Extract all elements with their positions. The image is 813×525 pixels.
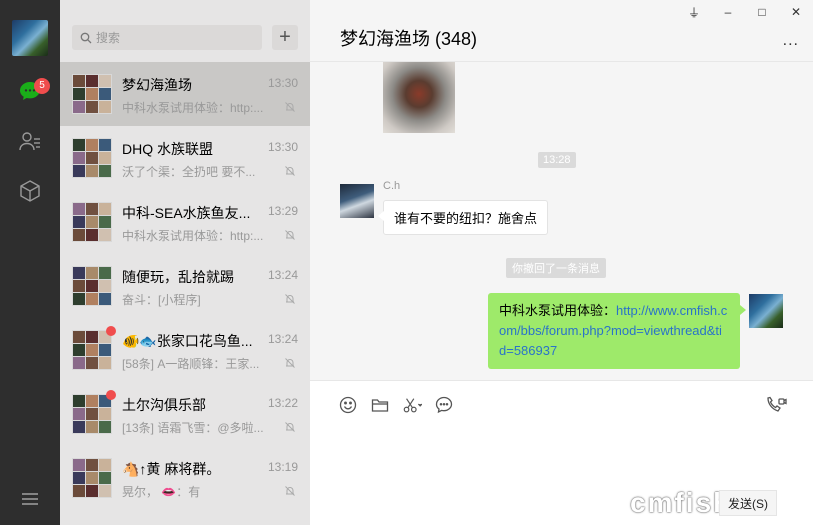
minimize-button[interactable]: –: [711, 0, 745, 24]
mute-bell-icon: [284, 484, 296, 496]
group-avatar: [72, 330, 112, 370]
conversation-name: 🐠🐟张家口花鸟鱼...: [122, 333, 253, 349]
conversation-preview: [58条] A一路顺锋：王家...: [122, 357, 260, 371]
conversation-time: 13:24: [267, 332, 298, 346]
close-button[interactable]: ✕: [779, 0, 813, 24]
mute-bell-icon: [284, 356, 296, 368]
conversation-name: 随便玩，乱拾就踢: [122, 269, 234, 285]
unread-dot: [106, 326, 116, 336]
recall-notice: 你撤回了一条消息: [506, 258, 606, 278]
image-message[interactable]: [383, 62, 455, 133]
contacts-icon[interactable]: [17, 128, 43, 154]
folder-icon[interactable]: [370, 395, 390, 415]
conversation-name: 土尔沟俱乐部: [122, 397, 206, 413]
conversation-name: 中科-SEA水族鱼友...: [122, 205, 251, 221]
maximize-button[interactable]: □: [745, 0, 779, 24]
conversation-time: 13:30: [267, 76, 298, 90]
conversation-preview: 奋斗：[小程序]: [122, 293, 201, 307]
conversation-list: 梦幻海渔场 13:30 中科水泵试用体验：http:... DHQ 水族联盟 13:30…: [60, 62, 310, 510]
outgoing-message[interactable]: 中科水泵试用体验：http://www.cmfish.com/bbs/forum…: [488, 293, 746, 369]
my-avatar[interactable]: [749, 294, 783, 328]
conversation-list-panel: + 梦幻海渔场13:30中科水泵试用体验：http:...DHQ 水族联盟13:…: [60, 0, 310, 525]
menu-icon[interactable]: [17, 486, 43, 512]
chat-history-icon[interactable]: [434, 395, 454, 415]
sender-avatar[interactable]: [340, 184, 374, 218]
incoming-message[interactable]: 谁有不要的纽扣？施舍点: [377, 200, 549, 235]
search-icon: [80, 32, 92, 44]
group-avatar: [72, 138, 112, 178]
conversation-item[interactable]: 梦幻海渔场 13:30 中科水泵试用体验：http:...: [60, 62, 310, 126]
conversation-preview: 沃了个渠：全扔吧 要不...: [122, 165, 256, 179]
conversation-time: 13:22: [267, 396, 298, 410]
unread-badge: 5: [34, 78, 50, 94]
conversation-item[interactable]: 中科-SEA水族鱼友... 13:29 中科水泵试用体验：http:...: [60, 190, 310, 254]
cube-icon[interactable]: [17, 178, 43, 204]
wechat-window: 5 + 梦幻海渔场13:30中科水泵试用体验：http:...DHQ 水族联盟1…: [0, 0, 813, 525]
chat-header: 梦幻海渔场 (348) ⏚ – □ ✕ ...: [310, 0, 813, 62]
conversation-time: 13:19: [267, 460, 298, 474]
pin-button[interactable]: ⏚: [677, 0, 711, 24]
conversation-name: DHQ 水族联盟: [122, 141, 213, 157]
unread-dot: [106, 390, 116, 400]
scissors-icon[interactable]: [402, 395, 422, 415]
mute-bell-icon: [284, 228, 296, 240]
add-chat-button[interactable]: +: [272, 25, 298, 50]
conversation-name: 🐴↑黄 麻将群。: [122, 461, 221, 477]
watermark: cmfish: [630, 487, 733, 518]
composer-toolbar: [338, 395, 454, 415]
search-input[interactable]: [96, 30, 246, 45]
conversation-preview: 中科水泵试用体验：http:...: [122, 229, 264, 243]
nav-rail: 5: [0, 0, 60, 525]
mute-bell-icon: [284, 100, 296, 112]
group-avatar: [72, 394, 112, 434]
group-avatar: [72, 202, 112, 242]
video-call-icon[interactable]: [765, 395, 787, 415]
emoji-icon[interactable]: [338, 395, 358, 415]
conversation-name: 梦幻海渔场: [122, 77, 192, 93]
conversation-time: 13:24: [267, 268, 298, 282]
search-box[interactable]: [72, 25, 262, 50]
message-timestamp: 13:28: [538, 152, 576, 168]
group-avatar: [72, 266, 112, 306]
composer: cmfish 发送(S): [310, 380, 813, 525]
conversation-preview: 中科水泵试用体验：http:...: [122, 101, 264, 115]
chat-panel: 梦幻海渔场 (348) ⏚ – □ ✕ ... 13:28 C.h 谁有不要的纽…: [310, 0, 813, 525]
conversation-item[interactable]: 土尔沟俱乐部 13:22 [13条] 语霜飞雪：@多啦...: [60, 382, 310, 446]
outgoing-message-text: 中科水泵试用体验：: [499, 303, 617, 318]
user-avatar[interactable]: [12, 20, 48, 56]
mute-bell-icon: [284, 420, 296, 432]
conversation-item[interactable]: 🐴↑黄 麻将群。 13:19 晃尔， 👄：有: [60, 446, 310, 510]
conversation-preview: [13条] 语霜飞雪：@多啦...: [122, 421, 264, 435]
conversation-item[interactable]: 随便玩，乱拾就踢 13:24 奋斗：[小程序]: [60, 254, 310, 318]
send-button[interactable]: 发送(S): [719, 490, 777, 516]
chat-more-button[interactable]: ...: [783, 32, 799, 50]
window-controls: ⏚ – □ ✕: [677, 0, 813, 24]
conversation-time: 13:30: [267, 140, 298, 154]
conversation-item[interactable]: 🐠🐟张家口花鸟鱼... 13:24 [58条] A一路顺锋：王家...: [60, 318, 310, 382]
mute-bell-icon: [284, 292, 296, 304]
chat-title: 梦幻海渔场 (348): [340, 29, 478, 49]
sender-name: C.h: [383, 180, 401, 192]
group-avatar: [72, 74, 112, 114]
mute-bell-icon: [284, 164, 296, 176]
conversation-time: 13:29: [267, 204, 298, 218]
conversation-preview: 晃尔， 👄：有: [122, 485, 201, 499]
conversation-item[interactable]: DHQ 水族联盟 13:30 沃了个渠：全扔吧 要不...: [60, 126, 310, 190]
group-avatar: [72, 458, 112, 498]
message-area[interactable]: 13:28 C.h 谁有不要的纽扣？施舍点 你撤回了一条消息 中科水泵试用体验：…: [310, 62, 813, 380]
